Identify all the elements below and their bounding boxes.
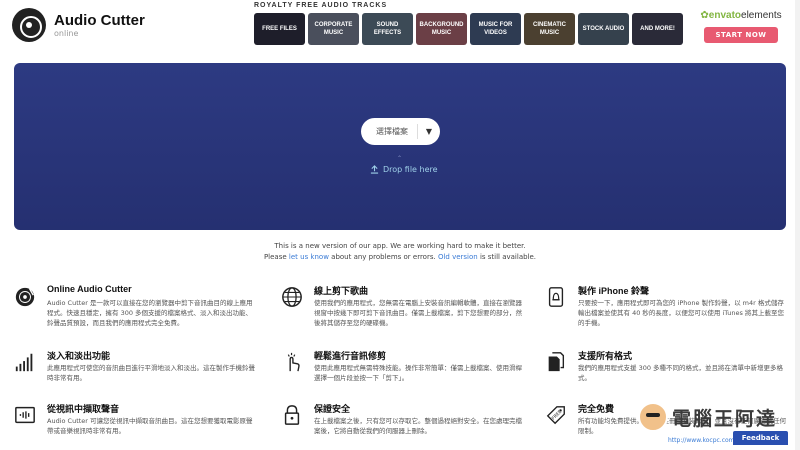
feature-title: 從視訊中擷取聲音 [47,404,120,414]
dropdown-caret-icon[interactable]: ▼ [418,127,440,136]
version-notice: This is a new version of our app. We are… [0,241,800,263]
feature-desc: 此應用程式可使您的音訊曲目進行平滑地淡入和淡出。這在製作手機鈴聲時非常有用。 [47,364,255,382]
notice-please: Please [263,253,289,261]
notice-about: about any problems or errors. [328,253,438,261]
chevrons-up-icon: ⌃ [397,155,403,162]
watermark-avatar-icon [638,402,668,432]
feature-desc: Audio Cutter 可讓您從視訊中擷取音訊曲目。這在您想要獲取電影原聲帶或… [47,417,253,435]
feature-title: 保證安全 [314,404,351,414]
ad-tile[interactable]: SOUND EFFECTS [362,13,413,45]
site-watermark: 電腦王阿達 [638,402,777,432]
feature-title: 完全免費 [578,404,615,414]
feature-desc: 使用我們的應用程式，您無需在電腦上安裝音訊編輯軟體，直接在瀏覽器視窗中按幾下即可… [314,299,522,327]
vinyl-record-icon [15,287,35,307]
feedback-button[interactable]: Feedback [733,431,788,445]
header: Audio Cutter online ROYALTY FREE AUDIO T… [0,0,800,52]
globe-icon [282,287,302,307]
brand-suffix: elements [741,10,782,21]
feature-desc: Audio Cutter 是一款可以直接在您的瀏覽器中剪下音訊曲目的線上應用程式… [47,299,253,327]
feature-desc: 使用此應用程式無需特殊技能。操作非常簡單：僅需上載檔案、使用滑桿選擇一個片段並按… [314,364,522,382]
feature-title: 線上剪下歌曲 [314,286,369,296]
fade-bars-icon [15,353,33,372]
let-us-know-link[interactable]: let us know [289,253,329,261]
feature-desc: 我們的應用程式支援 300 多種不同的格式，並且將在清單中新增更多格式。 [578,364,784,382]
ad-tile[interactable]: FREE FILES [254,13,305,45]
ad-tile[interactable]: STOCK AUDIO [578,13,629,45]
start-now-button[interactable]: START NOW [704,27,778,43]
app-title: Audio Cutter [54,11,145,29]
vinyl-logo-icon [12,8,46,42]
upload-panel[interactable]: 選擇檔案 ▼ ⌃ Drop file here [14,63,786,230]
ad-tile[interactable]: MUSIC FOR VIDEOS [470,13,521,45]
ad-tiles: FREE FILES CORPORATE MUSIC SOUND EFFECTS BA… [254,13,683,45]
documents-icon [548,352,565,372]
leaf-icon: ✿ [700,10,709,21]
feature-title: Online Audio Cutter [47,284,132,294]
feature-desc: 只要按一下，應用程式即可為您的 iPhone 製作鈴聲，以 m4r 格式儲存輸出… [578,299,784,327]
feature-title: 支援所有格式 [578,351,633,361]
select-file-label[interactable]: 選擇檔案 [361,126,417,137]
notice-still: is still available. [477,253,537,261]
old-version-link[interactable]: Old version [438,253,478,261]
ad-tile[interactable]: BACKGROUND MUSIC [416,13,467,45]
page-scrollbar[interactable] [795,0,800,450]
watermark-text: 電腦王阿達 [672,407,778,430]
drop-file-text: Drop file here [383,165,438,174]
select-file-button[interactable]: 選擇檔案 ▼ [361,118,440,145]
brand-prefix: envato [708,10,742,21]
drop-zone[interactable]: Drop file here [370,165,460,174]
video-icon [15,406,35,424]
upload-icon [370,165,379,174]
feature-title: 輕鬆進行音訊修剪 [314,351,387,361]
free-tag-icon: FREE [546,406,565,425]
feature-title: 製作 iPhone 鈴聲 [578,286,650,296]
app-subtitle: online [54,28,79,38]
feature-desc: 在上載檔案之後，只有您可以存取它。整個過程絕對安全。在您處理完檔案後，它將自動從… [314,417,522,435]
ringtone-bell-icon [548,287,564,307]
ad-tile[interactable]: CINEMATIC MUSIC [524,13,575,45]
notice-line-2: Please let us know about any problems or… [0,252,800,263]
app-logo[interactable]: Audio Cutter online [12,8,145,42]
ad-tile[interactable]: CORPORATE MUSIC [308,13,359,45]
lock-icon [284,405,300,425]
ad-tile[interactable]: AND MORE! [632,13,683,45]
feature-title: 淡入和淡出功能 [47,351,111,361]
ad-banner[interactable]: ROYALTY FREE AUDIO TRACKS FREE FILES CORP… [248,0,800,52]
ad-brand[interactable]: ✿envatoelements START NOW [696,10,786,43]
notice-line-1: This is a new version of our app. We are… [274,242,526,250]
envato-logo: ✿envatoelements [696,10,786,21]
touch-hand-icon [287,352,300,372]
ad-title: ROYALTY FREE AUDIO TRACKS [254,2,388,9]
